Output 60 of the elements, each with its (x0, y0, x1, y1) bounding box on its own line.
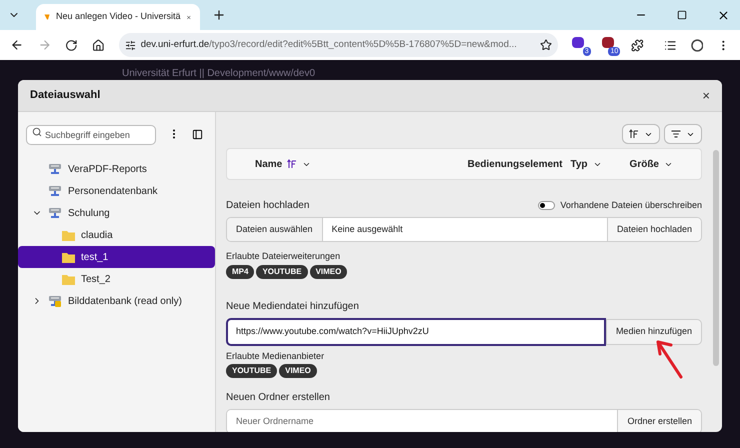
tab-title: Neu anlegen Video - Universitä (56, 10, 180, 24)
storage-icon (48, 207, 62, 219)
address-bar[interactable]: dev.uni-erfurt.de/typo3/record/edit?edit%5Btt_content%5D%5B-176807%5D=new&mod... (118, 33, 558, 57)
tree-item[interactable]: Personendatenbank (18, 180, 215, 202)
search-icon (32, 127, 42, 137)
column-header[interactable]: Typ (570, 156, 588, 172)
folder-icon (62, 230, 75, 240)
search-field[interactable]: Suchbegriff eingeben (26, 125, 156, 145)
home-icon[interactable] (92, 38, 105, 52)
tree-item[interactable]: Bilddatenbank (read only) (18, 290, 215, 312)
extension-tag: MP4 (226, 264, 254, 278)
bookmark-star-icon[interactable] (540, 39, 552, 51)
back-icon[interactable] (10, 38, 24, 52)
dialog-title: Dateiauswahl (30, 88, 102, 104)
folder-icon (62, 252, 75, 262)
extension-tag: YOUTUBE (226, 364, 278, 378)
sort-icon (287, 159, 298, 169)
sort-icon (629, 129, 639, 139)
new-tab-icon[interactable] (212, 8, 226, 22)
list-view-icon (671, 129, 681, 139)
extension-tag: VIMEO (279, 364, 317, 378)
url-input-field[interactable]: https://www.youtube.com/watch?v=HiiJUphv2zU (226, 318, 606, 346)
profile-icon[interactable] (690, 38, 704, 52)
extension-icon[interactable] (572, 37, 584, 48)
toggle-label: Vorhandene Dateien überschreiben (560, 198, 702, 212)
tree-item[interactable]: Schulung (18, 202, 215, 224)
extension-icon[interactable] (602, 37, 614, 48)
collapse-panel-icon[interactable] (192, 128, 203, 140)
storage-icon (48, 185, 62, 197)
url-text: dev.uni-erfurt.de/typo3/record/edit?edit%5Btt_content%5D%5B-176807%5D=new&mod... (140, 38, 518, 52)
tree-item[interactable]: claudia (18, 224, 215, 246)
view-button[interactable] (664, 124, 702, 144)
extension-tag: VIMEO (310, 264, 348, 278)
close-icon[interactable] (717, 8, 730, 22)
tree-item[interactable]: test_1 (18, 246, 215, 268)
column-header[interactable]: Bedienungselement (467, 156, 562, 172)
storage-icon (48, 163, 62, 175)
add-media-button[interactable]: Medien hinzufügen (606, 318, 702, 344)
locked-storage-icon (48, 295, 62, 307)
column-header[interactable]: Größe (630, 156, 659, 172)
reload-icon[interactable] (65, 38, 78, 52)
sort-button[interactable] (622, 124, 660, 144)
section-title: Neue Mediendatei hinzufügen (226, 300, 360, 314)
tree-item[interactable]: Test_2 (18, 268, 215, 290)
browser-tab[interactable]: Neu anlegen Video - Universitä (36, 4, 200, 30)
site-info-icon[interactable] (124, 40, 136, 50)
hint-label: Erlaubte Dateierweiterungen (226, 250, 342, 263)
folder-icon (62, 274, 75, 284)
close-button[interactable]: × (702, 89, 710, 102)
tree-item[interactable]: VeraPDF-Reports (18, 158, 215, 180)
media-queue-icon[interactable] (664, 38, 677, 52)
puzzle-icon[interactable] (631, 38, 644, 52)
extension-tag: YOUTUBE (256, 264, 308, 278)
hint-label: Erlaubte Medienanbieter (226, 350, 326, 362)
toggle-switch[interactable] (538, 201, 556, 210)
column-header[interactable]: Name (255, 156, 282, 172)
page-title: Universität Erfurt || Development/www/dev0 (122, 67, 316, 81)
section-title: Neuen Ordner erstellen (226, 391, 331, 405)
section-title: Dateien hochladen (226, 199, 310, 213)
maximize-icon[interactable] (677, 10, 687, 20)
